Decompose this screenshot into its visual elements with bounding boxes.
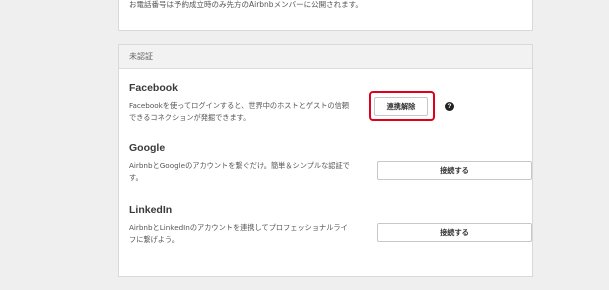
help-icon[interactable]: ? [445, 102, 454, 111]
phone-visibility-note: お電話番号は予約成立時のみ先方のAirbnbメンバーに公開されます。 [129, 0, 363, 9]
service-description: Facebookを使ってログインすると、世界中のホストとゲストの信頼できるコネク… [129, 101, 350, 122]
section-header: 未認証 [119, 45, 532, 69]
linkedin-service: LinkedIn AirbnbとLinkedInのアカウントを連携してプロフェッ… [129, 204, 532, 244]
service-description: AirbnbとGoogleのアカウントを繋ぐだけ。簡単＆シンプルな認証です。 [129, 161, 350, 182]
service-name: LinkedIn [129, 204, 173, 216]
google-service: Google AirbnbとGoogleのアカウントを繋ぐだけ。簡単＆シンプルな… [129, 142, 532, 182]
phone-info-card: お電話番号は予約成立時のみ先方のAirbnbメンバーに公開されます。 [118, 0, 533, 31]
disconnect-button[interactable]: 連携解除 [374, 97, 428, 116]
service-name: Google [129, 142, 166, 154]
service-description: AirbnbとLinkedInのアカウントを連携してプロフェッショナルライフに繋… [129, 223, 348, 244]
service-name: Facebook [129, 82, 179, 94]
connect-google-button[interactable]: 接続する [377, 161, 532, 180]
connect-linkedin-button[interactable]: 接続する [377, 223, 532, 242]
unverified-section: 未認証 Facebook Facebookを使ってログインすると、世界中のホスト… [118, 44, 533, 277]
facebook-service: Facebook Facebookを使ってログインすると、世界中のホストとゲスト… [129, 82, 524, 122]
